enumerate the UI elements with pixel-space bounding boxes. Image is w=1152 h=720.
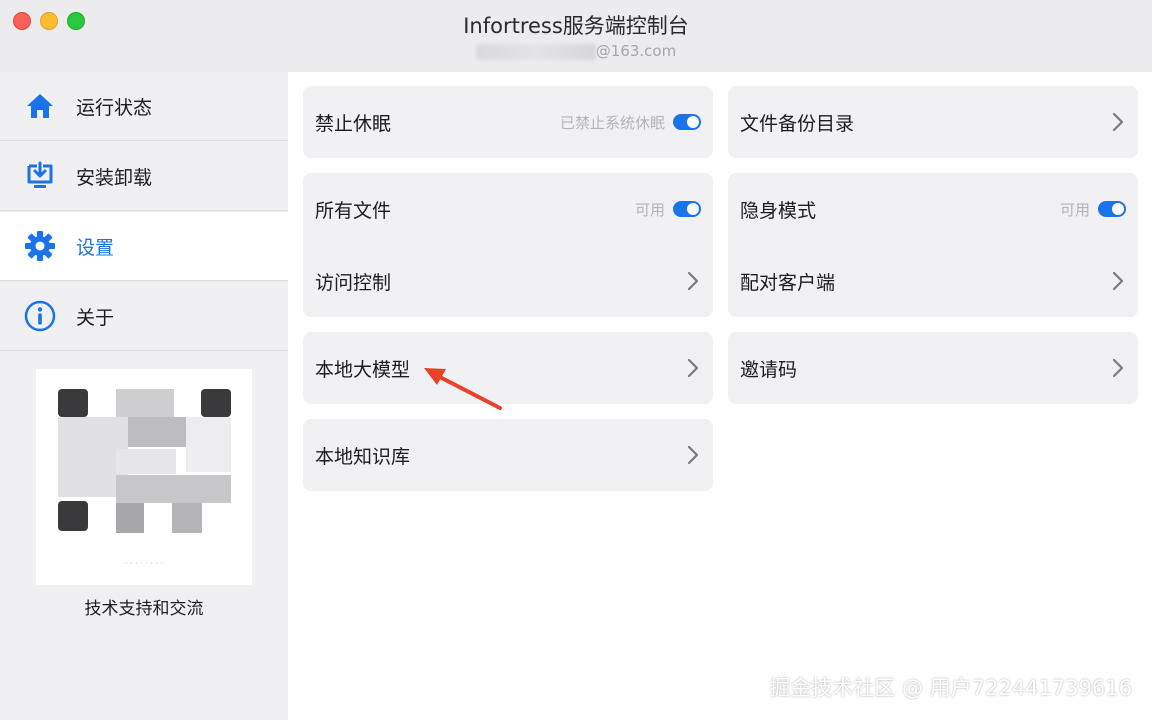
chevron-right-icon	[1110, 110, 1126, 134]
install-icon	[24, 160, 56, 192]
watermark: 掘金技术社区 @ 用户722441739616	[769, 676, 1132, 700]
setting-label: 配对客户端	[740, 271, 836, 294]
title-bar: Infortress服务端控制台 @163.com	[0, 0, 1152, 72]
account-email-domain: @163.com	[595, 42, 677, 60]
setting-row-local-knowledge-base[interactable]: 本地知识库	[303, 419, 713, 491]
sidebar-item-label: 设置	[76, 236, 115, 259]
settings-card-invite: 邀请码	[728, 332, 1138, 404]
settings-card-backup: 文件备份目录	[728, 86, 1138, 158]
settings-panel: 禁止休眠 已禁止系统休眠 所有文件 可用 访问控制 本地大模型 本地知识库 文件…	[288, 72, 1152, 720]
sidebar-item-settings[interactable]: 设置	[0, 212, 288, 281]
home-icon	[24, 90, 56, 122]
all-files-toggle[interactable]	[673, 201, 701, 217]
info-icon	[24, 300, 56, 332]
sidebar-item-label: 安装卸载	[76, 166, 153, 189]
chevron-right-icon	[1110, 269, 1126, 293]
qr-fine-print: · · · · · · · ·	[124, 559, 164, 568]
setting-row-access-control[interactable]: 访问控制	[303, 245, 713, 317]
chevron-right-icon	[1110, 356, 1126, 380]
chevron-right-icon	[685, 356, 701, 380]
setting-row-disable-sleep: 禁止休眠 已禁止系统休眠	[303, 86, 713, 158]
gear-icon	[24, 230, 56, 262]
setting-label: 禁止休眠	[315, 112, 392, 135]
setting-label: 访问控制	[315, 271, 392, 294]
setting-row-all-files: 所有文件 可用	[303, 173, 713, 245]
setting-row-backup-directory[interactable]: 文件备份目录	[728, 86, 1138, 158]
sidebar-item-install[interactable]: 安装卸载	[0, 142, 288, 211]
support-qr-code: · · · · · · · ·	[36, 369, 252, 585]
annotation-arrow	[424, 368, 502, 410]
settings-card-privacy: 隐身模式 可用 配对客户端	[728, 173, 1138, 317]
setting-label: 邀请码	[740, 358, 798, 381]
sidebar: 运行状态 安装卸载 设置 关于 · · · · · · · · 技术支持和交流	[0, 72, 288, 720]
setting-row-paired-clients[interactable]: 配对客户端	[728, 245, 1138, 317]
setting-row-invite-code[interactable]: 邀请码	[728, 332, 1138, 404]
setting-label: 本地知识库	[315, 445, 411, 468]
setting-label: 所有文件	[315, 199, 392, 222]
stealth-mode-toggle[interactable]	[1098, 201, 1126, 217]
app-window: Infortress服务端控制台 @163.com 运行状态 安装卸载 设置 关…	[0, 0, 1152, 720]
chevron-right-icon	[685, 269, 701, 293]
settings-card-sleep: 禁止休眠 已禁止系统休眠	[303, 86, 713, 158]
setting-status: 可用	[1059, 200, 1090, 219]
setting-row-stealth-mode: 隐身模式 可用	[728, 173, 1138, 245]
settings-card-knowledge: 本地知识库	[303, 419, 713, 491]
sidebar-item-status[interactable]: 运行状态	[0, 72, 288, 141]
account-email: @163.com	[0, 42, 1152, 60]
settings-card-files: 所有文件 可用 访问控制	[303, 173, 713, 317]
support-label: 技术支持和交流	[84, 599, 204, 619]
disable-sleep-toggle[interactable]	[673, 114, 701, 130]
setting-label: 隐身模式	[740, 199, 817, 222]
redacted-email-prefix	[475, 43, 596, 60]
sidebar-item-label: 关于	[76, 306, 115, 329]
setting-status: 可用	[634, 200, 665, 219]
window-title: Infortress服务端控制台	[463, 14, 689, 38]
chevron-right-icon	[685, 443, 701, 467]
sidebar-item-about[interactable]: 关于	[0, 282, 288, 351]
setting-status: 已禁止系统休眠	[559, 113, 665, 132]
sidebar-item-label: 运行状态	[76, 96, 153, 119]
setting-label: 文件备份目录	[740, 112, 855, 135]
